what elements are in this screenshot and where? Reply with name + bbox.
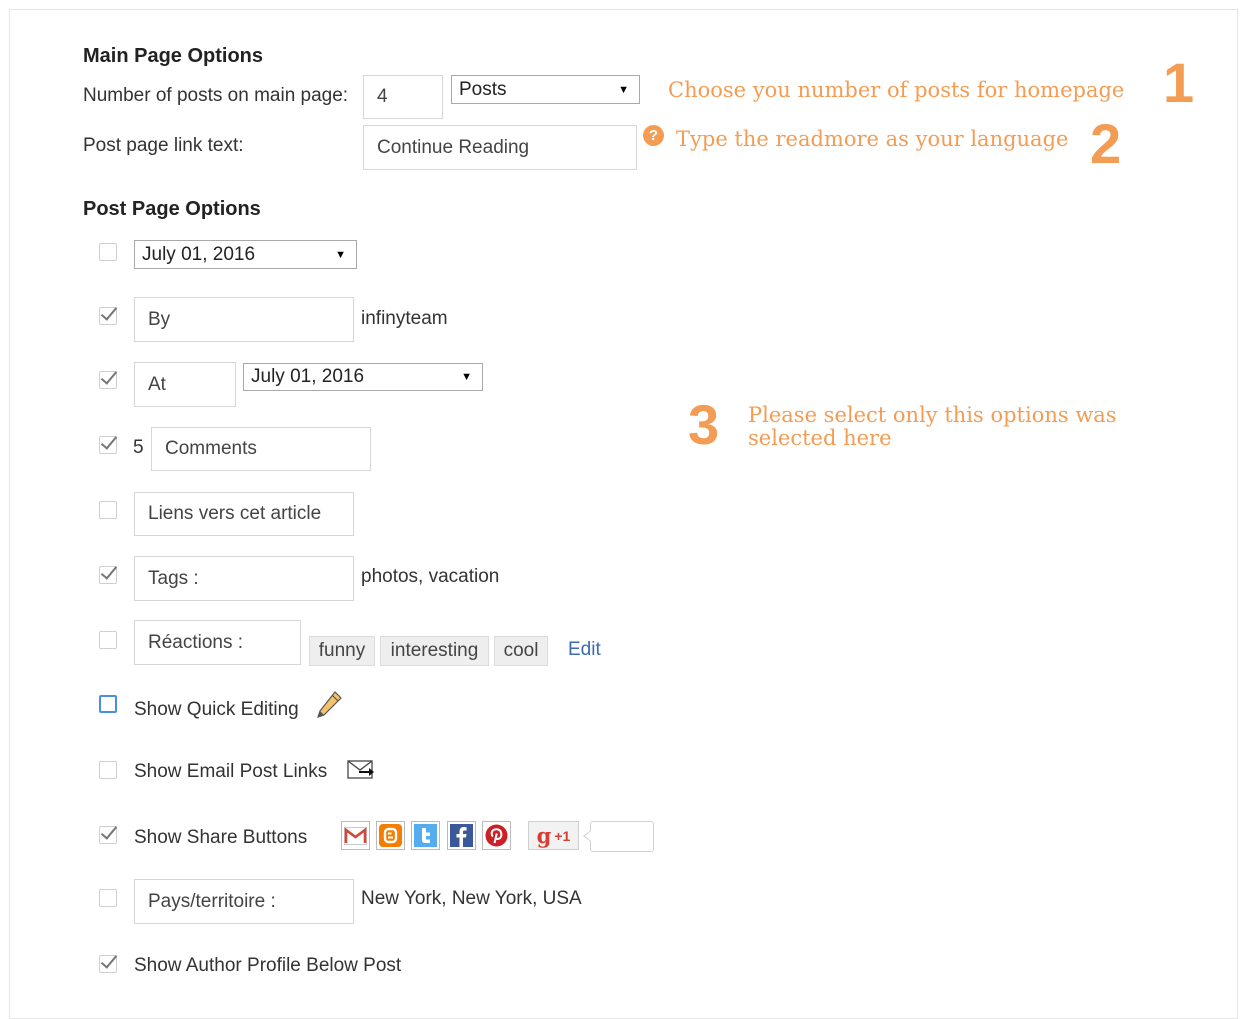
annotation-1-text: Choose you number of posts for homepage [668, 78, 1125, 102]
share-buttons-checkbox[interactable] [99, 826, 117, 844]
comments-label-input[interactable]: Comments [151, 427, 371, 471]
location-label-input[interactable]: Pays/territoire : [134, 879, 354, 924]
time-checkbox[interactable] [99, 371, 117, 389]
pencil-icon [315, 690, 343, 725]
link-text-input[interactable]: Continue Reading [363, 125, 637, 170]
link-text-label: Post page link text: [83, 135, 244, 156]
comments-count: 5 [133, 437, 144, 458]
quick-edit-label: Show Quick Editing [134, 699, 299, 720]
annotation-2-text: Type the readmore as your language [676, 127, 1069, 151]
dropdown-arrow-icon: ▼ [461, 371, 472, 383]
plus-one-count-bubble [590, 821, 654, 852]
author-checkbox[interactable] [99, 307, 117, 325]
tags-checkbox[interactable] [99, 566, 117, 584]
author-prefix-input[interactable]: By [134, 297, 354, 342]
date-format-select[interactable]: July 01, 2016 ▼ [134, 240, 357, 269]
main-options-heading: Main Page Options [83, 45, 264, 67]
email-post-icon [347, 760, 375, 785]
share-buttons-label: Show Share Buttons [134, 827, 308, 848]
time-format-select[interactable]: July 01, 2016 ▼ [243, 363, 483, 391]
location-sample: New York, New York, USA [361, 888, 582, 909]
quick-edit-checkbox[interactable] [99, 695, 117, 713]
reaction-tag: interesting [380, 636, 489, 666]
tags-label-input[interactable]: Tags : [134, 556, 354, 601]
backlinks-label-input[interactable]: Liens vers cet article [134, 492, 354, 536]
location-checkbox[interactable] [99, 889, 117, 907]
posts-type-value: Posts [459, 78, 507, 100]
help-icon[interactable]: ? [643, 125, 664, 146]
reaction-tag: cool [494, 636, 548, 666]
annotation-2-number: 2 [1090, 112, 1122, 175]
author-name: infinyteam [361, 308, 448, 329]
tags-sample: photos, vacation [361, 566, 500, 587]
google-plus-icon: g [536, 823, 552, 848]
time-format-value: July 01, 2016 [251, 366, 365, 387]
edit-reactions-link[interactable]: Edit [568, 639, 601, 661]
post-options-heading: Post Page Options [83, 198, 261, 220]
date-format-value: July 01, 2016 [142, 243, 256, 265]
dropdown-arrow-icon: ▼ [618, 83, 629, 96]
gmail-icon [341, 821, 370, 850]
posts-count-input[interactable]: 4 [363, 75, 443, 119]
email-links-checkbox[interactable] [99, 761, 117, 779]
email-links-label: Show Email Post Links [134, 761, 328, 782]
reaction-tag: funny [309, 636, 375, 666]
comments-checkbox[interactable] [99, 436, 117, 454]
pinterest-icon [482, 821, 511, 850]
annotation-3-line1: Please select only this options was [748, 403, 1117, 427]
plus-one-label: +1 [554, 827, 571, 844]
author-profile-checkbox[interactable] [99, 955, 117, 973]
posts-type-select[interactable]: Posts ▼ [451, 75, 640, 104]
date-checkbox[interactable] [99, 243, 117, 261]
annotation-3-line2: selected here [748, 426, 892, 450]
dropdown-arrow-icon: ▼ [335, 248, 346, 261]
google-plus-button[interactable]: g +1 [528, 821, 579, 850]
annotation-3-number: 3 [688, 393, 720, 456]
annotation-1-number: 1 [1163, 51, 1195, 114]
reactions-checkbox[interactable] [99, 631, 117, 649]
posts-count-label: Number of posts on main page: [83, 85, 349, 106]
blogger-icon [376, 821, 405, 850]
twitter-icon [411, 821, 440, 850]
author-profile-label: Show Author Profile Below Post [134, 955, 402, 976]
backlinks-checkbox[interactable] [99, 501, 117, 519]
annotation-3-text: Please select only this options was sele… [748, 404, 1117, 450]
facebook-icon [447, 821, 476, 850]
time-prefix-input[interactable]: At [134, 362, 236, 407]
reactions-label-input[interactable]: Réactions : [134, 620, 301, 665]
bubble-pointer-inner [585, 831, 591, 841]
